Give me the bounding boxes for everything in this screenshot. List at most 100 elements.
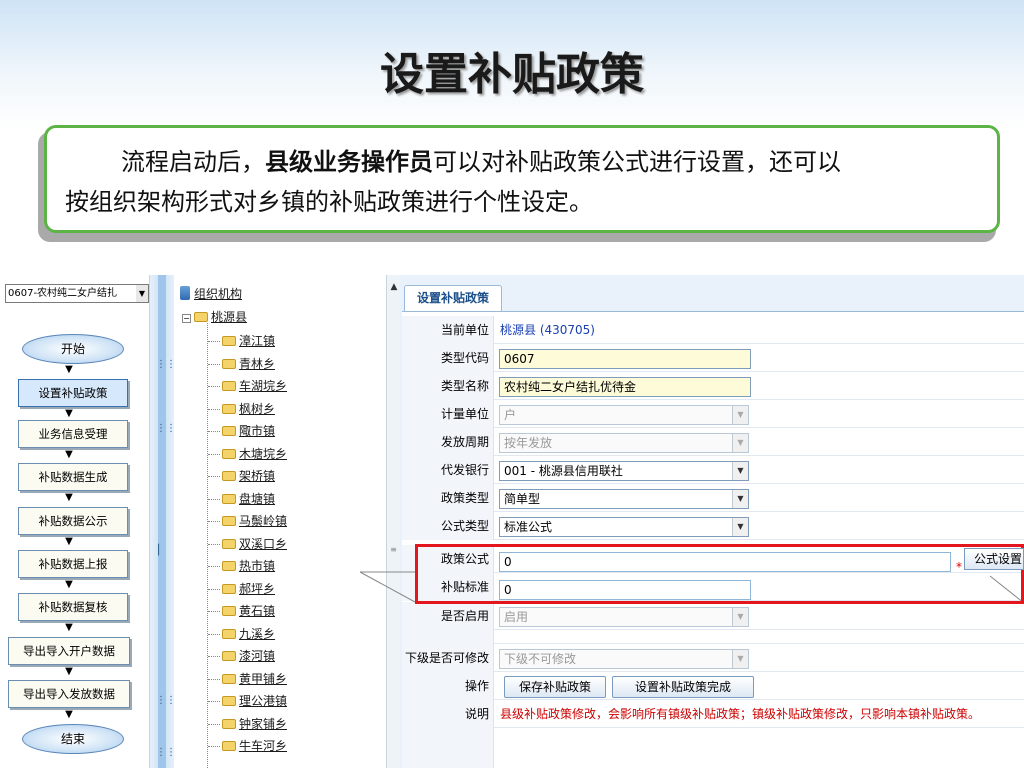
required-mark: * [956,560,962,574]
tree-root[interactable]: 组织机构 [180,285,242,303]
tree-town-label[interactable]: 黄石镇 [239,604,275,618]
chevron-down-icon[interactable]: ▼ [732,518,748,536]
complete-policy-button[interactable]: 设置补贴政策完成 [612,676,754,698]
measure-unit-select[interactable]: 户 ▼ [499,405,749,425]
tree-town-item[interactable]: 马鬃岭镇 [208,512,287,530]
tree-town-item[interactable]: 青林乡 [208,355,275,373]
tree-town-item[interactable]: 漆河镇 [208,647,275,665]
grip-icon[interactable]: ⋮⋮ [156,695,176,706]
step-set-policy[interactable]: 设置补贴政策 [18,379,128,407]
folder-icon [222,718,236,729]
step-payment-data[interactable]: 导出导入发放数据 [8,680,130,708]
formula-setting-button[interactable]: 公式设置 [964,548,1024,570]
intro-text-3: 按组织架构形式对乡镇的补贴政策进行个性设定。 [65,188,593,216]
bank-select[interactable]: 001 - 桃源县信用联社 ▼ [499,461,749,481]
tree-town-item[interactable]: 架桥镇 [208,467,275,485]
tree-town-item[interactable]: 漳江镇 [208,332,275,350]
arrow-down-icon: ▼ [65,364,73,375]
tree-town-item[interactable]: 热市镇 [208,557,275,575]
row-note: 说明 县级补贴政策修改，会影响所有镇级补贴政策；镇级补贴政策修改，只影响本镇补贴… [402,700,1024,728]
step-publish-data[interactable]: 补贴数据公示 [18,507,128,535]
type-select[interactable]: 0607-农村纯二女户结扎 ▼ [5,284,149,303]
arrow-down-icon: ▼ [65,622,73,633]
tree-scrollbar[interactable]: ▲ ≡ [386,275,400,768]
tree-town-label[interactable]: 枫树乡 [239,402,275,416]
tree-town-item[interactable]: 枫树乡 [208,400,275,418]
grip-icon[interactable]: ▏ [156,545,168,556]
grip-icon[interactable]: ⋮⋮ [156,747,176,758]
tree-town-label[interactable]: 马鬃岭镇 [239,514,287,528]
cycle-select[interactable]: 按年发放 ▼ [499,433,749,453]
chevron-down-icon[interactable]: ▼ [732,462,748,480]
tree-town-label[interactable]: 理公港镇 [239,694,287,708]
enabled-select[interactable]: 启用 ▼ [499,607,749,627]
tree-town-label[interactable]: 双溪口乡 [239,537,287,551]
type-code-field[interactable]: 0607 [499,349,751,369]
tree-town-label[interactable]: 车湖垸乡 [239,379,287,393]
tree-town-label[interactable]: 黄甲铺乡 [239,672,287,686]
tree-town-item[interactable]: 车湖垸乡 [208,377,287,395]
tree-town-item[interactable]: 钟家铺乡 [208,715,287,733]
form-area: 设置补贴政策 当前单位 桃源县 (430705) 类型代码 0607 类型名称 … [400,275,1024,768]
folder-icon [222,426,236,436]
tree-town-item[interactable]: 牛车河乡 [208,737,287,755]
tree-town-item[interactable]: 盘塘镇 [208,490,275,508]
tree-town-label[interactable]: 钟家铺乡 [239,717,287,731]
app-screenshot: 0607-农村纯二女户结扎 ▼ 开始 ▼ 设置补贴政策 ▼ 业务信息受理 ▼ 补… [0,275,1024,768]
tree-town-label[interactable]: 郝坪乡 [239,582,275,596]
tree-town-item[interactable]: 双溪口乡 [208,535,287,553]
start-node: 开始 [22,334,124,364]
tree-town-item[interactable]: 黄石镇 [208,602,275,620]
policy-type-select[interactable]: 简单型 ▼ [499,489,749,509]
tree-town-label[interactable]: 漳江镇 [239,334,275,348]
tree-town-item[interactable]: 黄甲铺乡 [208,670,287,688]
panel-splitter[interactable]: ⋮⋮ ⋮⋮ ▏ ⋮⋮ ⋮⋮ [150,275,176,768]
tree-town-label[interactable]: 热市镇 [239,559,275,573]
row-measure-unit: 计量单位 户 ▼ [402,400,1024,428]
save-policy-button[interactable]: 保存补贴政策 [504,676,606,698]
step-account-data[interactable]: 导出导入开户数据 [8,637,130,665]
type-name-field[interactable]: 农村纯二女户结扎优待金 [499,377,751,397]
tree-town-label[interactable]: 漆河镇 [239,649,275,663]
unit-value: 桃源县 (430705) [500,323,595,337]
step-accept-info[interactable]: 业务信息受理 [18,420,128,448]
scroll-grip-icon[interactable]: ≡ [389,545,398,555]
grip-icon[interactable]: ⋮⋮ [156,359,176,370]
chevron-down-icon[interactable]: ▼ [732,490,748,508]
grip-icon[interactable]: ⋮⋮ [156,423,176,434]
tab-set-policy[interactable]: 设置补贴政策 [404,285,502,311]
tree-town-item[interactable]: 郝坪乡 [208,580,275,598]
collapse-icon[interactable]: − [182,314,191,323]
step-generate-data[interactable]: 补贴数据生成 [18,463,128,491]
sub-modify-select[interactable]: 下级不可修改 ▼ [499,649,749,669]
chevron-down-icon[interactable]: ▼ [136,285,148,302]
folder-icon [222,673,236,684]
tree-town-label[interactable]: 九溪乡 [239,627,275,641]
step-review-data[interactable]: 补贴数据复核 [18,593,128,621]
tree-town-label[interactable]: 青林乡 [239,357,275,371]
row-formula-type: 公式类型 标准公式 ▼ [402,512,1024,540]
arrow-down-icon: ▼ [65,579,73,590]
formula-type-select[interactable]: 标准公式 ▼ [499,517,749,537]
tree-town-item[interactable]: 九溪乡 [208,625,275,643]
end-node: 结束 [22,724,124,754]
step-report-data[interactable]: 补贴数据上报 [18,550,128,578]
tree-town-label[interactable]: 牛车河乡 [239,739,287,753]
chevron-down-icon[interactable]: ▼ [732,406,748,424]
chevron-down-icon[interactable]: ▼ [732,608,748,626]
row-type-code: 类型代码 0607 [402,344,1024,372]
tree-town-label[interactable]: 木塘垸乡 [239,447,287,461]
scroll-up-icon[interactable]: ▲ [388,281,400,293]
tree-town-item[interactable]: 木塘垸乡 [208,445,287,463]
tree-town-label[interactable]: 陬市镇 [239,424,275,438]
tree-county[interactable]: − 桃源县 [182,308,247,326]
intro-text-2: 可以对补贴政策公式进行设置，还可以 [433,148,841,176]
chevron-down-icon[interactable]: ▼ [732,434,748,452]
tree-town-item[interactable]: 理公港镇 [208,692,287,710]
chevron-down-icon[interactable]: ▼ [732,650,748,668]
tree-town-label[interactable]: 盘塘镇 [239,492,275,506]
tree-town-label[interactable]: 架桥镇 [239,469,275,483]
tree-town-item[interactable]: 陬市镇 [208,422,275,440]
folder-icon [222,696,236,706]
intro-box: 流程启动后，县级业务操作员可以对补贴政策公式进行设置，还可以 按组织架构形式对乡… [44,125,1000,233]
